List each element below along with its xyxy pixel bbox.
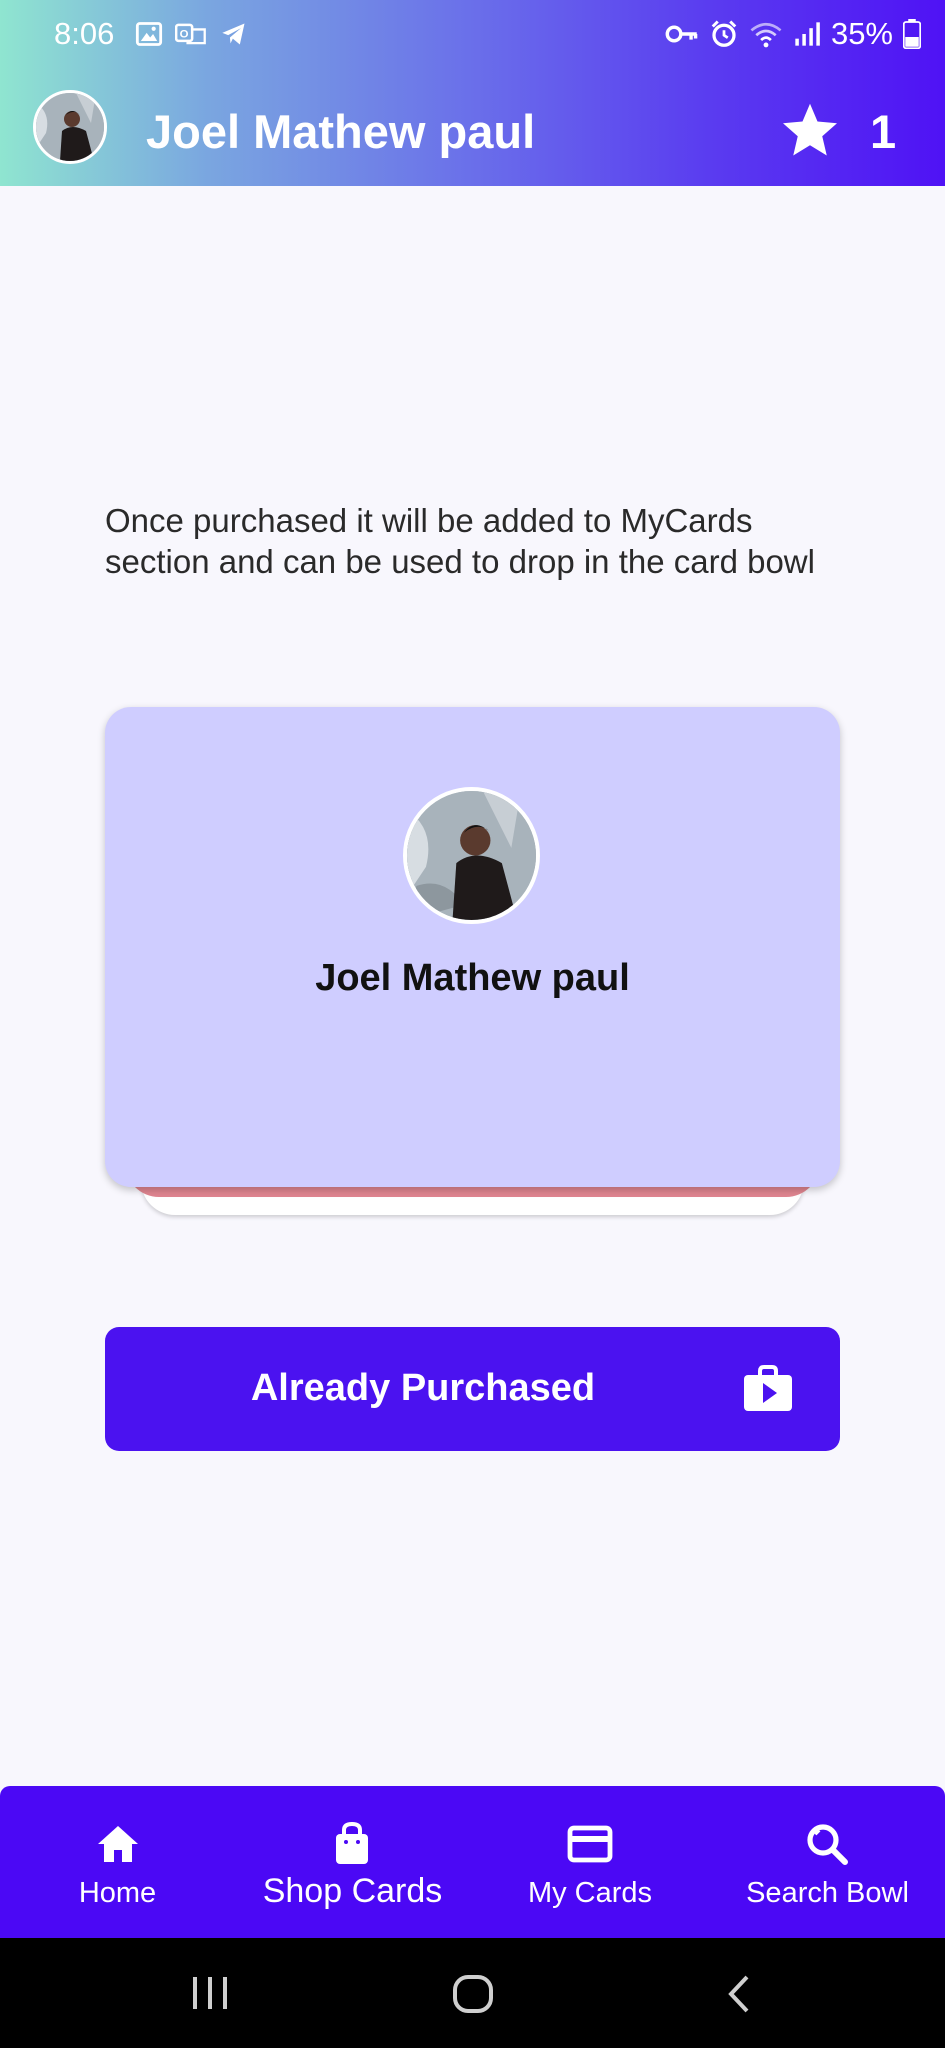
home-system-icon[interactable]	[452, 1974, 494, 2014]
header-title: Joel Mathew paul	[146, 105, 536, 158]
gallery-icon	[135, 22, 163, 46]
profile-photo	[36, 93, 104, 161]
bottom-navigation: Home Shop Cards My Cards Search Bowl	[0, 1786, 945, 1938]
credit-card-icon	[567, 1825, 613, 1863]
nav-search-bowl-label: Search Bowl	[746, 1877, 909, 1909]
key-icon	[665, 25, 698, 43]
nav-my-cards[interactable]: My Cards	[510, 1786, 670, 1938]
star-count: 1	[870, 105, 897, 158]
nav-home-label: Home	[78, 1877, 157, 1909]
status-bar: 8:06 O 35%	[0, 0, 945, 72]
profile-photo	[407, 791, 536, 920]
signal-icon	[795, 22, 820, 46]
card-avatar	[403, 787, 540, 924]
nav-my-cards-label: My Cards	[527, 1877, 653, 1909]
nav-shop-cards-label: Shop Cards	[262, 1872, 443, 1910]
battery-level: 35%	[830, 16, 893, 51]
already-purchased-button[interactable]: Already Purchased	[105, 1327, 840, 1451]
card-name: Joel Mathew paul	[315, 957, 630, 999]
back-icon[interactable]	[725, 1973, 753, 2015]
wifi-icon	[750, 22, 782, 48]
search-icon	[807, 1824, 848, 1865]
app-header: 8:06 O 35% Joel Mathew paul 1	[0, 0, 945, 186]
battery-icon	[903, 19, 921, 49]
status-time: 8:06	[54, 16, 115, 51]
already-purchased-label: Already Purchased	[250, 1367, 596, 1409]
card-preview: Joel Mathew paul	[105, 707, 840, 1219]
star-icon[interactable]	[780, 100, 840, 160]
svg-text:O: O	[180, 28, 189, 40]
nav-home[interactable]: Home	[40, 1786, 195, 1938]
home-icon	[98, 1826, 138, 1862]
telegram-icon	[222, 23, 245, 45]
purchase-description: Once purchased it will be added to MyCar…	[105, 502, 815, 580]
recent-apps-icon[interactable]	[190, 1975, 230, 2011]
outlook-icon: O	[175, 23, 206, 45]
nav-search-bowl[interactable]: Search Bowl	[735, 1786, 920, 1938]
system-navigation-bar	[0, 1938, 945, 2048]
shopping-bag-icon	[336, 1821, 368, 1864]
alarm-icon	[711, 20, 737, 47]
profile-card[interactable]: Joel Mathew paul	[105, 707, 840, 1187]
header-avatar[interactable]	[33, 90, 107, 164]
shop-bag-play-icon	[744, 1365, 792, 1411]
nav-shop-cards[interactable]: Shop Cards	[250, 1786, 455, 1938]
